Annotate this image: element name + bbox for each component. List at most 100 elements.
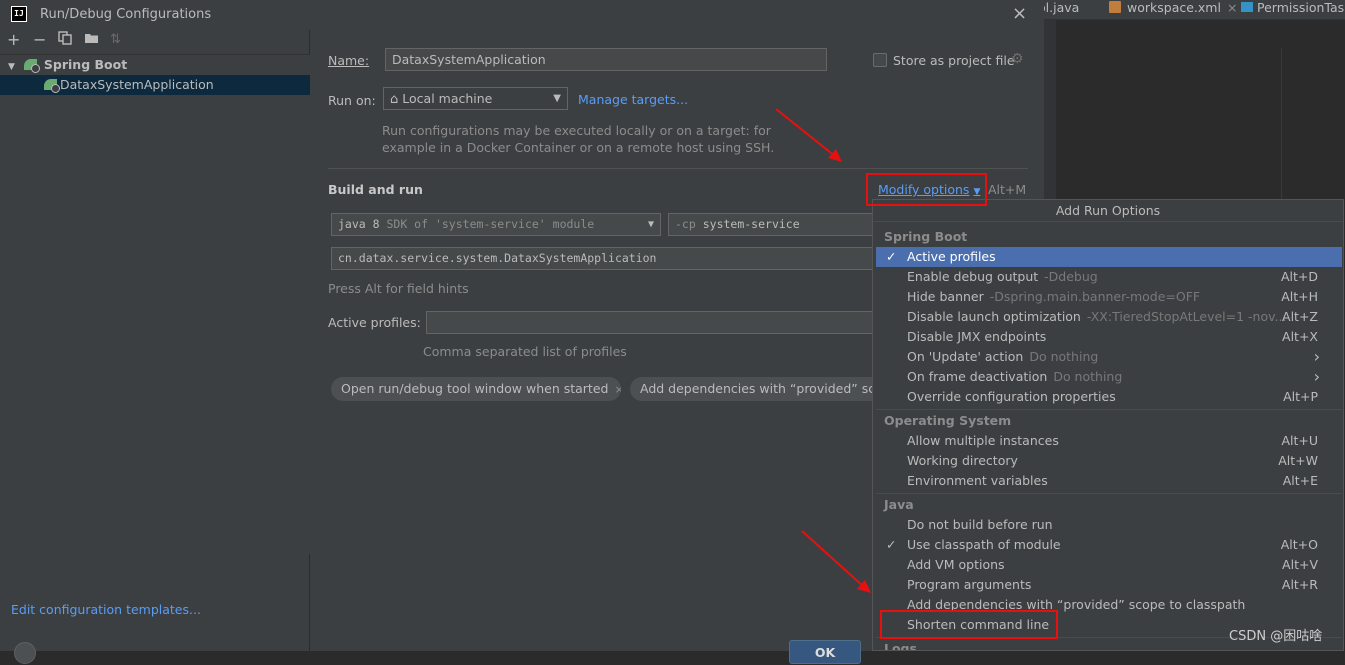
remove-icon[interactable]: − — [33, 31, 46, 49]
option-label: Environment variables — [907, 473, 1048, 488]
group-operating-system: Operating System — [884, 413, 1012, 428]
dialog-titlebar: IJ Run/Debug Configurations × — [0, 0, 1044, 30]
cp-prefix: -cp — [675, 217, 696, 231]
store-as-project-checkbox[interactable] — [873, 53, 887, 67]
close-icon[interactable]: × — [1012, 5, 1027, 23]
editor-tab-permission[interactable]: PermissionTas — [1241, 0, 1345, 20]
edit-templates-link[interactable]: Edit configuration templates... — [11, 602, 201, 617]
tree-item-label: DataxSystemApplication — [60, 77, 214, 92]
folder-icon[interactable] — [84, 31, 100, 49]
tool-window-chip[interactable]: Open run/debug tool window when started × — [331, 377, 621, 401]
main-class-field[interactable]: cn.datax.service.system.DataxSystemAppli… — [331, 247, 888, 270]
option-detail: Do nothing — [1029, 349, 1099, 364]
option-allow-multiple-instances[interactable]: Allow multiple instances Alt+U — [876, 431, 1342, 451]
option-label: On frame deactivation — [907, 369, 1048, 384]
group-java: Java — [884, 497, 914, 512]
option-program-arguments[interactable]: Program arguments Alt+R — [876, 575, 1342, 595]
run-on-value: Local machine — [402, 91, 493, 106]
editor-tab-java[interactable]: ol.java — [1038, 0, 1098, 20]
annotation-arrow-icon — [775, 108, 842, 162]
annotation-box-shorten-command-line — [880, 610, 1058, 639]
ok-button[interactable]: OK — [789, 640, 861, 664]
option-label: Enable debug output — [907, 269, 1039, 284]
option-detail: Do nothing — [1053, 369, 1123, 384]
option-enable-debug-output[interactable]: Enable debug output -Ddebug Alt+D — [876, 267, 1342, 287]
jre-select[interactable]: java 8 SDK of 'system-service' module ▼ — [331, 213, 661, 236]
option-detail: -XX:TieredStopAtLevel=1 -nov... — [1086, 309, 1287, 324]
option-label: Override configuration properties — [907, 389, 1116, 404]
active-profiles-field[interactable] — [426, 311, 888, 334]
option-override-config-properties[interactable]: Override configuration properties Alt+P — [876, 387, 1342, 407]
spring-boot-icon — [23, 59, 40, 73]
tree-group-spring-boot[interactable]: ▼ Spring Boot — [0, 55, 310, 75]
active-profiles-label: Active profiles: — [328, 315, 421, 330]
sort-icon[interactable]: ⇅ — [110, 31, 121, 49]
option-detail: -Ddebug — [1044, 269, 1098, 284]
cp-value: system-service — [702, 217, 800, 231]
option-shortcut: Alt+R — [1281, 577, 1318, 592]
option-disable-jmx[interactable]: Disable JMX endpoints Alt+X — [876, 327, 1342, 347]
copy-icon[interactable] — [58, 31, 72, 49]
option-label: Active profiles — [907, 249, 996, 264]
chip-label: Open run/debug tool window when started — [341, 381, 609, 396]
close-icon[interactable]: × — [614, 383, 621, 396]
option-label: Add VM options — [907, 557, 1005, 572]
tree-item-config[interactable]: DataxSystemApplication — [0, 75, 310, 95]
name-field[interactable]: DataxSystemApplication — [385, 48, 827, 71]
jre-hint: SDK of 'system-service' module — [386, 217, 595, 231]
help-icon[interactable] — [14, 642, 36, 664]
chevron-down-icon: ▼ — [647, 219, 654, 230]
store-as-project-label: Store as project file — [893, 53, 1015, 68]
configuration-tree: ▼ Spring Boot DataxSystemApplication — [0, 54, 310, 554]
intellij-logo-icon: IJ — [11, 6, 27, 22]
option-detail: -Dspring.main.banner-mode=OFF — [989, 289, 1201, 304]
run-hint-line-1: Run configurations may be executed local… — [382, 123, 771, 138]
modify-options-shortcut: Alt+M — [988, 182, 1027, 197]
provided-scope-chip[interactable]: Add dependencies with “provided” scope — [630, 377, 888, 401]
option-shortcut: Alt+W — [1278, 453, 1318, 468]
gear-icon[interactable]: ⚙ — [1011, 51, 1024, 67]
build-run-heading: Build and run — [328, 182, 423, 197]
tab-label: workspace.xml — [1127, 0, 1221, 15]
option-shortcut: Alt+Z — [1282, 309, 1318, 324]
editor-tab-workspace-xml[interactable]: workspace.xml × — [1100, 0, 1237, 20]
option-disable-launch-optimization[interactable]: Disable launch optimization -XX:TieredSto… — [876, 307, 1342, 327]
option-label: Disable launch optimization — [907, 309, 1081, 324]
xml-file-icon — [1109, 1, 1121, 13]
option-on-update-action[interactable]: On 'Update' action Do nothing › — [876, 347, 1342, 367]
option-environment-variables[interactable]: Environment variables Alt+E — [876, 471, 1342, 491]
option-use-classpath-of-module[interactable]: ✓ Use classpath of module Alt+O — [876, 535, 1342, 555]
option-on-frame-deactivation[interactable]: On frame deactivation Do nothing › — [876, 367, 1342, 387]
run-hint-line-2: example in a Docker Container or on a re… — [382, 140, 775, 155]
check-icon: ✓ — [886, 537, 897, 552]
group-logs: Logs — [884, 641, 917, 651]
option-add-vm-options[interactable]: Add VM options Alt+V — [876, 555, 1342, 575]
option-do-not-build[interactable]: Do not build before run — [876, 515, 1342, 535]
alt-hint: Press Alt for field hints — [328, 281, 469, 296]
chevron-right-icon: › — [1313, 347, 1320, 366]
add-run-options-popup: Add Run Options Spring Boot ✓ Active pro… — [872, 199, 1344, 651]
option-shortcut: Alt+V — [1282, 557, 1318, 572]
option-label: Program arguments — [907, 577, 1032, 592]
check-icon: ✓ — [886, 249, 897, 264]
section-divider — [328, 168, 1028, 169]
option-working-directory[interactable]: Working directory Alt+W — [876, 451, 1342, 471]
config-toolbar: + − ⇅ — [0, 30, 310, 52]
option-label: Do not build before run — [907, 517, 1053, 532]
manage-targets-link[interactable]: Manage targets... — [578, 92, 688, 107]
home-icon: ⌂ — [390, 92, 399, 107]
chip-label: Add dependencies with “provided” scope — [640, 381, 888, 396]
profiles-hint: Comma separated list of profiles — [423, 344, 627, 359]
option-label: On 'Update' action — [907, 349, 1024, 364]
dialog-title: Run/Debug Configurations — [40, 7, 212, 22]
close-tab-icon[interactable]: × — [1227, 0, 1237, 15]
option-shortcut: Alt+U — [1281, 433, 1318, 448]
chevron-down-icon[interactable]: ▼ — [8, 62, 15, 72]
option-hide-banner[interactable]: Hide banner -Dspring.main.banner-mode=OFF… — [876, 287, 1342, 307]
classpath-module-select[interactable]: -cp system-service — [668, 213, 888, 236]
group-divider — [876, 493, 1342, 494]
tree-group-label: Spring Boot — [43, 57, 128, 72]
option-active-profiles[interactable]: ✓ Active profiles — [876, 247, 1342, 267]
add-icon[interactable]: + — [7, 31, 20, 49]
run-on-select[interactable]: ⌂ Local machine ▼ — [383, 87, 568, 110]
